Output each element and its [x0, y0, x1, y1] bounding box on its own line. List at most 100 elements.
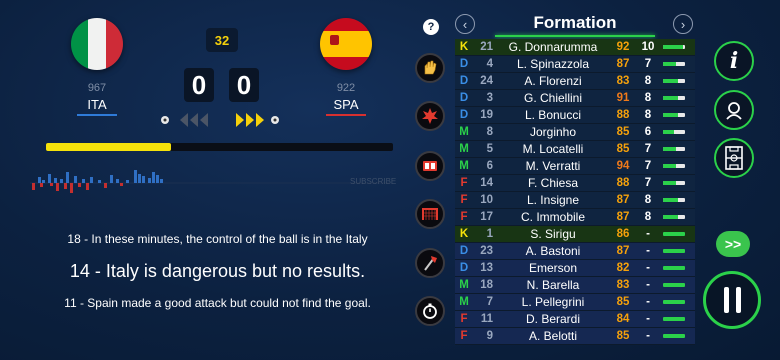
player-name: D. Berardi [525, 312, 581, 326]
player-stamina: 8 [644, 109, 652, 121]
player-row[interactable]: F 10 L. Insigne 87 8 [455, 192, 695, 209]
player-rating: 85 [616, 330, 630, 342]
player-row[interactable]: F 14 F. Chiesa 88 7 [455, 175, 695, 192]
player-position: D [459, 262, 469, 274]
player-condition-fill [663, 181, 677, 185]
player-roster: K 21 G. Donnarumma 92 10 D 4 L. Spinazzola 87 7 D 2… [455, 39, 695, 345]
player-row[interactable]: M 7 L. Pellegrini 85 - [455, 294, 695, 311]
player-row[interactable]: D 24 A. Florenzi 83 8 [455, 73, 695, 90]
fouls-button[interactable] [415, 101, 445, 131]
player-stamina: 7 [644, 143, 652, 155]
commentary-line-latest: 14 - Italy is dangerous but no results. [69, 261, 366, 281]
away-pressure-bars [32, 183, 123, 193]
axe-icon [424, 256, 437, 271]
player-position: M [459, 160, 469, 172]
player-condition-fill [663, 232, 685, 236]
player-row[interactable]: D 13 Emerson 82 - [455, 260, 695, 277]
player-rating: 87 [616, 245, 630, 257]
sub-board-icon [423, 161, 437, 171]
player-number: 3 [486, 92, 493, 104]
player-name: M. Verratti [525, 159, 581, 173]
player-name: F. Chiesa [527, 176, 579, 190]
player-row[interactable]: K 21 G. Donnarumma 92 10 [455, 39, 695, 56]
player-row[interactable]: K 1 S. Sirigu 86 - [455, 226, 695, 243]
player-number: 14 [480, 177, 493, 189]
player-number: 24 [480, 75, 493, 87]
timer-button[interactable] [415, 296, 445, 326]
substitution-button[interactable] [415, 151, 445, 181]
player-name: A. Belotti [528, 329, 578, 343]
player-stamina: 7 [644, 160, 652, 172]
player-condition-bar [663, 300, 685, 304]
fast-forward-button[interactable]: >> [716, 231, 750, 257]
coach-button[interactable] [714, 90, 754, 130]
player-stamina: 8 [644, 211, 652, 223]
player-number: 4 [486, 58, 493, 70]
player-row[interactable]: F 9 A. Belotti 85 - [455, 328, 695, 345]
info-button[interactable]: i [714, 41, 754, 81]
injury-button[interactable] [415, 248, 445, 278]
formation-title: Formation [533, 13, 617, 32]
player-number: 10 [480, 194, 493, 206]
player-number: 5 [486, 143, 493, 155]
player-condition-fill [663, 164, 677, 168]
whistle-icon [422, 108, 438, 124]
player-condition-fill [663, 147, 677, 151]
player-name: G. Donnarumma [508, 40, 598, 54]
player-condition-bar [663, 96, 685, 100]
momentum-arrow-left-1 [180, 113, 188, 127]
player-rating: 82 [616, 262, 630, 274]
player-condition-bar [663, 215, 685, 219]
player-stamina: 8 [644, 194, 652, 206]
player-position: F [460, 211, 468, 223]
player-position: M [459, 279, 469, 291]
player-condition-fill [663, 113, 679, 117]
player-row[interactable]: D 3 G. Chiellini 91 8 [455, 90, 695, 107]
player-condition-fill [663, 334, 685, 338]
home-ball-icon [161, 116, 169, 124]
pitch-button[interactable] [714, 138, 754, 178]
player-row[interactable]: D 19 L. Bonucci 88 8 [455, 107, 695, 124]
player-row[interactable]: M 6 M. Verratti 94 7 [455, 158, 695, 175]
player-row[interactable]: F 11 D. Berardi 84 - [455, 311, 695, 328]
pause-icon-bar [735, 287, 741, 313]
player-rating: 84 [616, 313, 630, 325]
momentum-arrow-right-3 [256, 113, 264, 127]
player-number: 17 [480, 211, 493, 223]
player-name: S. Sirigu [530, 227, 576, 241]
coach-icon [726, 102, 742, 120]
home-pressure-bars [38, 170, 163, 183]
player-condition-fill [663, 79, 679, 83]
player-position: M [459, 143, 469, 155]
player-condition-bar [663, 130, 685, 134]
italy-flag [71, 18, 123, 70]
player-stamina: - [646, 279, 650, 291]
goal-net-icon [422, 208, 438, 220]
player-row[interactable]: F 17 C. Immobile 87 8 [455, 209, 695, 226]
player-row[interactable]: M 5 M. Locatelli 85 7 [455, 141, 695, 158]
formation-next-button[interactable]: › [673, 14, 693, 34]
player-row[interactable]: D 23 A. Bastoni 87 - [455, 243, 695, 260]
pause-button[interactable] [703, 271, 761, 329]
player-number: 9 [486, 330, 493, 342]
player-position: D [459, 92, 469, 104]
player-condition-bar [663, 266, 685, 270]
player-condition-fill [663, 96, 679, 100]
player-row[interactable]: M 8 Jorginho 85 6 [455, 124, 695, 141]
player-stamina: 7 [644, 58, 652, 70]
player-condition-fill [663, 215, 679, 219]
help-button[interactable]: ? [423, 19, 439, 35]
momentum-arrow-right-1 [236, 113, 244, 127]
player-condition-fill [663, 249, 685, 253]
pitch-icon [725, 146, 743, 170]
tactics-button[interactable] [415, 53, 445, 83]
player-row[interactable]: D 4 L. Spinazzola 87 7 [455, 56, 695, 73]
player-condition-fill [663, 62, 677, 66]
goal-button[interactable] [415, 199, 445, 229]
formation-prev-button[interactable]: ‹ [455, 14, 475, 34]
player-row[interactable]: M 18 N. Barella 83 - [455, 277, 695, 294]
momentum-arrow-right-2 [246, 113, 254, 127]
player-number: 18 [480, 279, 493, 291]
player-stamina: - [646, 296, 650, 308]
player-rating: 85 [616, 143, 630, 155]
